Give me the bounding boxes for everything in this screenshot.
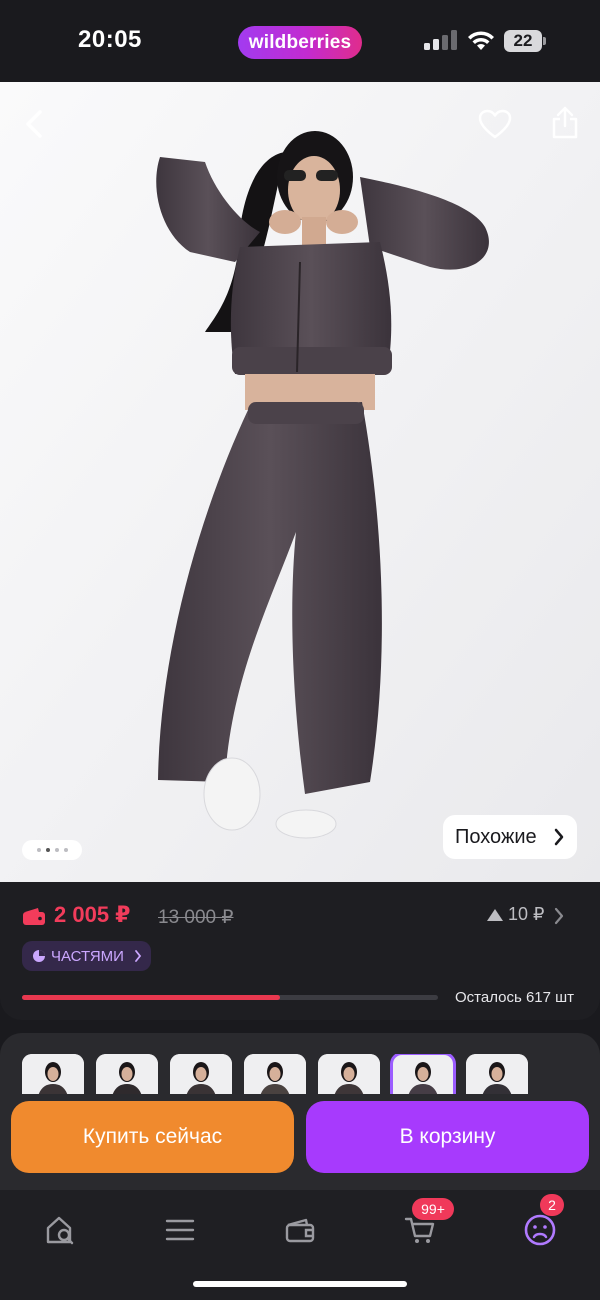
home-search-icon bbox=[46, 1216, 74, 1245]
thumbnail-item[interactable] bbox=[466, 1054, 528, 1094]
carousel-dot bbox=[63, 848, 68, 852]
installments-button[interactable]: ЧАСТЯМИ bbox=[22, 941, 151, 971]
price-change[interactable]: 10 ₽ bbox=[486, 904, 544, 925]
price-card: 2 005 ₽ 13 000 ₽ 10 ₽ ЧАСТЯМИ Осталось 6… bbox=[0, 882, 600, 1020]
thumbnail-item[interactable] bbox=[390, 1054, 456, 1094]
thumbnail-item[interactable] bbox=[318, 1054, 380, 1094]
battery-icon: 22 bbox=[504, 30, 546, 52]
similar-label: Похожие bbox=[455, 825, 537, 848]
carousel-dot-active bbox=[45, 848, 50, 852]
chevron-right-icon[interactable] bbox=[553, 906, 565, 926]
thumbnail-image bbox=[318, 1054, 380, 1094]
share-icon bbox=[552, 106, 578, 139]
similar-button[interactable]: Похожие bbox=[443, 815, 577, 859]
favorite-button[interactable] bbox=[473, 102, 517, 146]
thumbnail-image bbox=[170, 1054, 232, 1094]
thumbnail-item[interactable] bbox=[96, 1054, 158, 1094]
wifi-icon bbox=[468, 31, 494, 50]
thumbnail-item[interactable] bbox=[244, 1054, 306, 1094]
wallet-icon bbox=[285, 1218, 315, 1243]
brand-pill[interactable]: wildberries bbox=[238, 26, 362, 59]
thumbnail-image bbox=[466, 1054, 528, 1094]
thumbnail-image bbox=[22, 1054, 84, 1094]
thumbnail-image bbox=[244, 1054, 306, 1094]
price-old: 13 000 ₽ bbox=[158, 907, 234, 928]
price-current: 2 005 ₽ bbox=[54, 902, 131, 927]
menu-icon bbox=[165, 1219, 195, 1241]
pie-chart-icon bbox=[33, 950, 45, 962]
thumbnail-strip[interactable] bbox=[22, 1054, 542, 1094]
wallet-icon bbox=[23, 908, 45, 925]
status-time: 20:05 bbox=[78, 26, 142, 53]
tab-catalog[interactable] bbox=[150, 1200, 210, 1260]
chevron-right-icon bbox=[554, 828, 564, 846]
chevron-right-icon bbox=[135, 950, 142, 962]
thumbnail-item[interactable] bbox=[170, 1054, 232, 1094]
product-photo[interactable]: Похожие bbox=[0, 82, 600, 882]
thumbnail-item[interactable] bbox=[22, 1054, 84, 1094]
installments-label: ЧАСТЯМИ bbox=[51, 947, 124, 965]
profile-icon bbox=[524, 1214, 556, 1246]
home-indicator bbox=[193, 1281, 407, 1287]
status-bar: 20:05 wildberries 22 bbox=[0, 0, 600, 82]
price-change-value: 10 ₽ bbox=[508, 904, 545, 924]
add-to-cart-button[interactable]: В корзину bbox=[306, 1101, 589, 1173]
back-button[interactable] bbox=[12, 102, 56, 146]
tab-wallet[interactable] bbox=[270, 1200, 330, 1260]
stock-progress-bar bbox=[22, 995, 438, 1000]
profile-badge: 2 bbox=[540, 1194, 564, 1216]
product-image bbox=[0, 82, 600, 882]
tab-home[interactable] bbox=[30, 1200, 90, 1260]
stock-label: Осталось 617 шт bbox=[455, 989, 575, 1006]
cart-badge: 99+ bbox=[412, 1198, 454, 1220]
battery-level: 22 bbox=[504, 30, 542, 52]
thumbnail-image bbox=[392, 1054, 454, 1094]
carousel-dot bbox=[36, 848, 41, 852]
carousel-dots[interactable] bbox=[22, 840, 82, 860]
stock-progress-fill bbox=[22, 995, 280, 1000]
cell-signal-icon bbox=[424, 30, 458, 50]
share-button[interactable] bbox=[543, 100, 587, 144]
heart-icon bbox=[478, 109, 512, 139]
triangle-up-icon bbox=[487, 908, 503, 921]
carousel-dot bbox=[54, 848, 59, 852]
buy-now-button[interactable]: Купить сейчас bbox=[11, 1101, 294, 1173]
chevron-left-icon bbox=[26, 110, 42, 138]
thumbnail-image bbox=[96, 1054, 158, 1094]
